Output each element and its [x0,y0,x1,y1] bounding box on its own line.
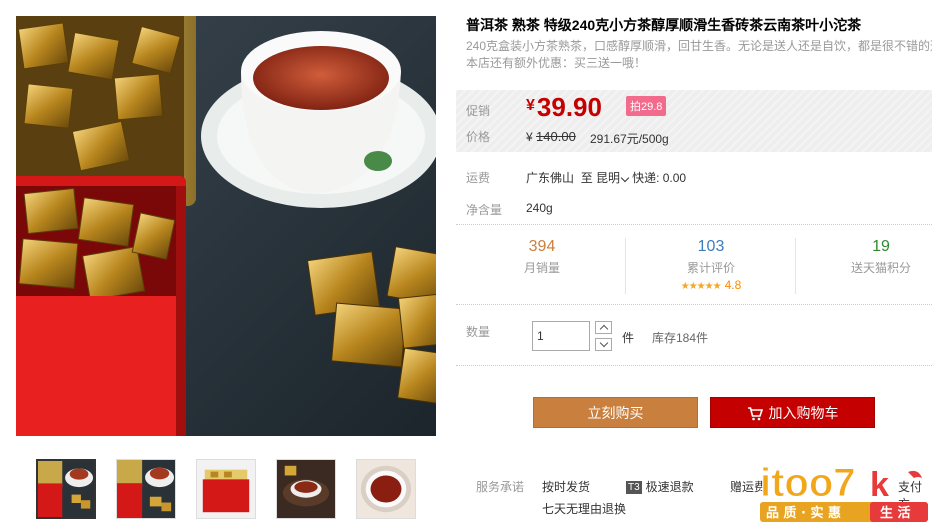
thumbnail-1[interactable] [36,459,96,519]
service-7-day-return: 七天无理由退换 [542,502,627,516]
quantity-input[interactable] [532,321,590,351]
product-subtitle: 240克盒装小方茶熟茶，口感醇厚顺滑，回甘生香。无论是送人还是自饮，都是很不错的… [466,39,932,53]
buy-now-button[interactable]: 立刻购买 [533,397,698,428]
service-promise-label: 服务承诺 [476,480,525,494]
product-title: 普洱茶 熟茶 特级240克小方茶醇厚顺滑生香砖茶云南茶叶小沱茶 [466,17,862,33]
quantity-label: 数量 [466,325,491,339]
watermark-logo: itoo7 k 品 质 · 实 惠 生 活 [758,458,930,526]
fast-refund-text: 极速退款 [645,480,694,494]
review-label: 累计评价 [686,261,735,275]
original-currency: ¥ [526,130,533,144]
review-count: 103 [697,238,725,255]
monthly-sales-count: 394 [528,238,556,255]
price-label: 价格 [466,130,491,144]
ship-to-city: 昆明 [596,171,621,185]
stock-count: 库存184件 [652,331,709,345]
buy-now-label: 立刻购买 [587,405,644,421]
ship-from: 广东佛山 [526,171,575,185]
currency-symbol: ¥ [526,97,535,114]
divider [795,238,796,294]
service-on-time-delivery: 按时发货 [542,480,591,494]
svg-text:k: k [870,466,889,504]
original-price: ¥ 140.00 [526,129,576,144]
divider [456,304,932,305]
divider [625,238,626,294]
quantity-decrease-button[interactable] [595,338,612,351]
promo-price: ¥39.90 [526,92,602,123]
service-fast-refund: T3 极速退款 [626,478,694,495]
original-price-value: 140.00 [536,129,576,144]
thumbnail-5[interactable] [356,459,416,519]
ship-to-word: 至 [580,171,593,185]
svg-text:品 质 · 实 惠: 品 质 · 实 惠 [766,505,841,521]
quantity-increase-button[interactable] [595,321,612,334]
star-rating-icon: ★★★★★ [680,281,722,292]
ship-to-selector[interactable]: 昆明 [596,171,632,185]
discount-badge: 拍29.8 [626,96,667,116]
stat-monthly-sales: 394 月销量 [462,238,622,276]
express-fee: 快递: 0.00 [632,171,687,185]
cart-icon [747,407,763,421]
rating-row: ★★★★★ 4.8 [631,278,791,292]
shipping-label: 运费 [466,171,491,185]
net-content-value: 240g [526,201,553,215]
thumbnail-3[interactable] [196,459,256,519]
monthly-sales-label: 月销量 [523,261,560,275]
thumbnail-2[interactable] [116,459,176,519]
price-panel: 促销 ¥39.90 拍29.8 价格 ¥ 140.00 291.67元/500g [456,90,932,152]
product-promo-note: 本店还有额外优惠：买三送一哦！ [466,56,647,70]
points-count: 19 [872,238,890,255]
shipping-info: 广东佛山 至 昆明 快递: 0.00 [526,169,686,186]
thumbnail-strip [36,459,416,519]
add-to-cart-label: 加入购物车 [768,405,839,421]
t3-badge-icon: T3 [626,481,642,494]
promo-label: 促销 [466,104,491,118]
divider [456,224,932,225]
svg-text:生 活: 生 活 [880,505,911,521]
stat-points: 19 送天猫积分 [801,238,932,276]
promo-price-value: 39.90 [536,92,602,122]
add-to-cart-button[interactable]: 加入购物车 [710,397,875,428]
unit-price: 291.67元/500g [590,132,669,146]
points-label: 送天猫积分 [850,261,911,275]
thumbnail-4[interactable] [276,459,336,519]
main-product-image [16,16,436,436]
rating-value: 4.8 [724,278,742,292]
net-content-label: 净含量 [466,203,503,217]
svg-text:itoo7: itoo7 [760,461,856,505]
chevron-down-icon [620,173,630,183]
stat-reviews[interactable]: 103 累计评价 ★★★★★ 4.8 [631,238,791,292]
quantity-unit: 件 [622,331,635,345]
divider [456,365,932,366]
